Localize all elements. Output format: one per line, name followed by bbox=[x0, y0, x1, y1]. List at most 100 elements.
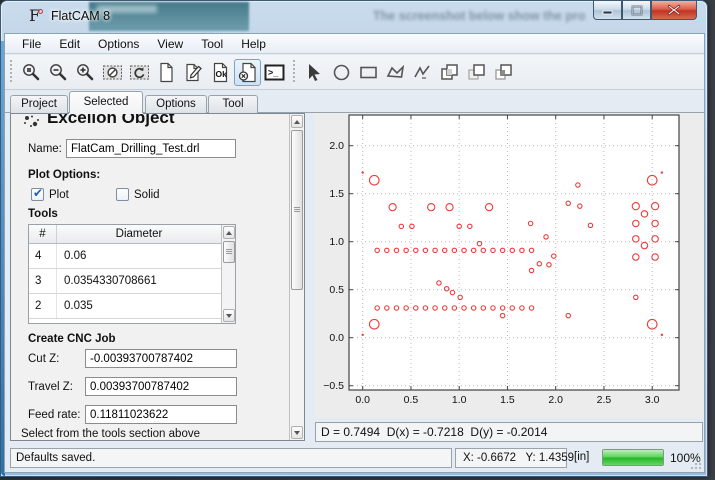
progress-bar bbox=[602, 449, 664, 466]
name-input[interactable] bbox=[66, 139, 236, 158]
desktop: The screenshot below show the pro F Flat… bbox=[0, 0, 715, 480]
feed-rate-input[interactable] bbox=[85, 405, 237, 424]
cell-tool-diameter[interactable]: 0.0354330708661 bbox=[57, 269, 221, 293]
solid-checkbox-box[interactable] bbox=[116, 188, 129, 201]
menu-options[interactable]: Options bbox=[89, 35, 148, 53]
svg-text:Ok: Ok bbox=[216, 69, 228, 79]
ok-file-icon: Ok bbox=[210, 62, 231, 83]
name-label: Name: bbox=[28, 143, 62, 155]
delete-object-button[interactable] bbox=[234, 59, 261, 86]
toolbar: Ok >_ bbox=[5, 55, 704, 90]
union-tool-button[interactable] bbox=[436, 59, 463, 86]
menu-view[interactable]: View bbox=[148, 35, 192, 53]
titlebar[interactable]: The screenshot below show the pro F Flat… bbox=[1, 1, 707, 33]
svg-text:0.0: 0.0 bbox=[355, 394, 370, 406]
cell-tool-diameter[interactable]: 0.06 bbox=[57, 244, 221, 268]
table-scroll-up-icon[interactable] bbox=[223, 226, 235, 239]
svg-text:0.5: 0.5 bbox=[329, 284, 344, 296]
solid-checkbox[interactable]: Solid bbox=[116, 188, 160, 201]
flatcam-logo-icon: F bbox=[27, 7, 45, 25]
svg-text:>_: >_ bbox=[268, 67, 279, 77]
clear-plot-button[interactable] bbox=[99, 59, 126, 86]
table-scroll-down-icon[interactable] bbox=[223, 309, 235, 322]
circle-tool-button[interactable] bbox=[328, 59, 355, 86]
plot-checkbox[interactable]: Plot bbox=[31, 188, 69, 201]
cut-z-input[interactable] bbox=[85, 349, 237, 368]
table-row[interactable]: 2 0.035 bbox=[29, 294, 221, 319]
panel-scroll-up-icon[interactable] bbox=[291, 115, 303, 128]
col-header-number[interactable]: # bbox=[29, 225, 57, 243]
console-button[interactable]: >_ bbox=[261, 59, 288, 86]
svg-text:2.0: 2.0 bbox=[548, 394, 563, 406]
table-scrollbar[interactable] bbox=[221, 225, 235, 323]
zoom-in-button[interactable] bbox=[72, 59, 99, 86]
menubar: File Edit Options View Tool Help bbox=[5, 34, 704, 54]
zoom-out-button[interactable] bbox=[45, 59, 72, 86]
zoom-out-icon bbox=[48, 62, 69, 83]
polyline-tool-button[interactable] bbox=[409, 59, 436, 86]
excellon-object-form: Excellon Object Name: Plot Options: Plot… bbox=[11, 114, 289, 440]
window-body: File Edit Options View Tool Help bbox=[4, 33, 705, 473]
new-file-icon bbox=[156, 62, 177, 83]
zoom-fit-icon bbox=[21, 62, 42, 83]
polygon-tool-button[interactable] bbox=[382, 59, 409, 86]
maximize-button[interactable] bbox=[622, 1, 651, 20]
excellon-plot[interactable]: 0.00.51.01.52.02.53.02.01.51.00.50.0−0.5 bbox=[315, 113, 705, 418]
tools-table-header: # Diameter bbox=[29, 225, 221, 244]
object-heading-row: Excellon Object bbox=[23, 114, 285, 130]
edit-object-button[interactable] bbox=[180, 59, 207, 86]
plot-checkbox-box[interactable] bbox=[31, 188, 44, 201]
zoom-fit-button[interactable] bbox=[18, 59, 45, 86]
svg-text:3.0: 3.0 bbox=[645, 394, 660, 406]
plot-options-label: Plot Options: bbox=[28, 169, 100, 181]
cell-tool-number[interactable]: 3 bbox=[29, 269, 57, 293]
object-heading: Excellon Object bbox=[47, 114, 175, 128]
rectangle-tool-button[interactable] bbox=[355, 59, 382, 86]
close-icon bbox=[667, 4, 681, 16]
panel-scrollbar-thumb[interactable] bbox=[291, 130, 303, 290]
flatcam-window: The screenshot below show the pro F Flat… bbox=[0, 0, 708, 477]
toolbar-grip-2[interactable] bbox=[292, 60, 297, 84]
minimize-button[interactable] bbox=[593, 1, 622, 20]
tab-options[interactable]: Options bbox=[145, 95, 207, 113]
replot-button[interactable] bbox=[126, 59, 153, 86]
svg-text:−0.5: −0.5 bbox=[323, 380, 344, 392]
plot-checkbox-label: Plot bbox=[49, 189, 69, 201]
ok-object-button[interactable]: Ok bbox=[207, 59, 234, 86]
intersect-tool-button[interactable] bbox=[490, 59, 517, 86]
select-arrow-icon bbox=[304, 62, 325, 83]
edit-file-icon bbox=[183, 62, 204, 83]
col-header-diameter[interactable]: Diameter bbox=[57, 225, 221, 243]
svg-text:0.0: 0.0 bbox=[329, 332, 344, 344]
subtract-tool-button[interactable] bbox=[463, 59, 490, 86]
cell-tool-number[interactable]: 2 bbox=[29, 294, 57, 318]
menu-help[interactable]: Help bbox=[232, 35, 275, 53]
selected-object-panel: Excellon Object Name: Plot Options: Plot… bbox=[10, 113, 305, 441]
table-scrollbar-thumb[interactable] bbox=[223, 241, 235, 263]
menu-file[interactable]: File bbox=[13, 35, 50, 53]
menu-tool[interactable]: Tool bbox=[192, 35, 232, 53]
cursor-coordinates: X: -0.6672 Y: 1.4359 bbox=[455, 448, 567, 468]
travel-z-input[interactable] bbox=[85, 377, 237, 396]
panel-scroll-down-icon[interactable] bbox=[291, 426, 303, 439]
table-row[interactable]: 3 0.0354330708661 bbox=[29, 269, 221, 294]
tools-label: Tools bbox=[28, 208, 58, 220]
toolbar-grip[interactable] bbox=[9, 60, 14, 84]
new-project-button[interactable] bbox=[153, 59, 180, 86]
intersect-tool-icon bbox=[493, 62, 514, 83]
svg-text:0.5: 0.5 bbox=[404, 394, 419, 406]
plot-canvas[interactable]: 0.00.51.01.52.02.53.02.01.51.00.50.0−0.5 bbox=[315, 113, 705, 418]
cell-tool-diameter[interactable]: 0.035 bbox=[57, 294, 221, 318]
status-message: Defaults saved. bbox=[10, 448, 452, 468]
select-arrow-button[interactable] bbox=[301, 59, 328, 86]
tab-tool[interactable]: Tool bbox=[208, 95, 258, 113]
tab-selected[interactable]: Selected bbox=[69, 91, 143, 113]
close-button[interactable] bbox=[651, 1, 697, 20]
panel-scrollbar[interactable] bbox=[289, 114, 304, 440]
menu-edit[interactable]: Edit bbox=[50, 35, 89, 53]
tab-project[interactable]: Project bbox=[10, 95, 68, 113]
replot-icon bbox=[129, 62, 150, 83]
resize-grip[interactable] bbox=[690, 458, 702, 470]
table-row[interactable]: 4 0.06 bbox=[29, 244, 221, 269]
cell-tool-number[interactable]: 4 bbox=[29, 244, 57, 268]
